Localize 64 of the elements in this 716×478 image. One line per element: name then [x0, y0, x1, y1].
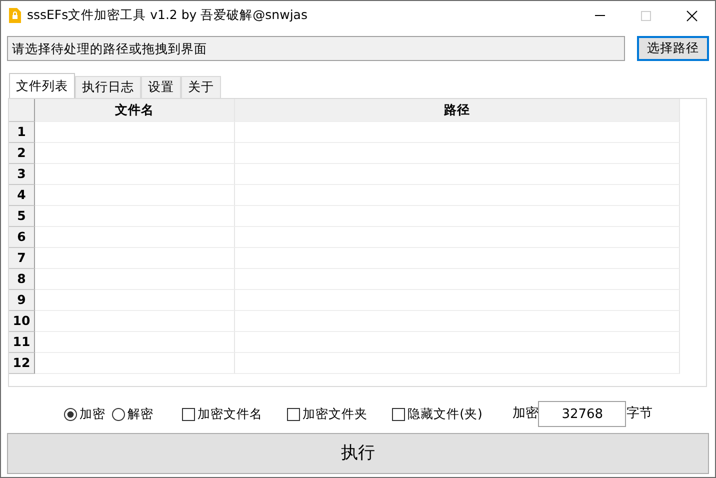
row-header[interactable]: 5: [9, 206, 35, 227]
unit-label: 字节: [626, 405, 652, 424]
size-label: 加密: [512, 405, 538, 424]
row-header[interactable]: 6: [9, 227, 35, 248]
column-header[interactable]: 路径: [235, 99, 680, 122]
tab[interactable]: 文件列表: [9, 73, 75, 98]
row-header[interactable]: 10: [9, 311, 35, 332]
maximize-icon: [641, 10, 651, 20]
app-icon: [9, 8, 21, 23]
table-cell[interactable]: [235, 122, 680, 143]
checkbox[interactable]: [286, 408, 300, 420]
table-cell[interactable]: [235, 248, 680, 269]
row-header[interactable]: 1: [9, 122, 35, 143]
table-cell[interactable]: [35, 311, 235, 332]
option-label: 解密: [128, 404, 154, 423]
close-icon: [686, 10, 698, 22]
table-cell[interactable]: [35, 248, 235, 269]
row-header[interactable]: 12: [9, 353, 35, 374]
table-cell[interactable]: [235, 206, 680, 227]
table-cell[interactable]: [235, 185, 680, 206]
row-header[interactable]: 4: [9, 185, 35, 206]
row-header[interactable]: 3: [9, 164, 35, 185]
tab[interactable]: 设置: [141, 76, 181, 98]
row-header[interactable]: 2: [9, 143, 35, 164]
table-cell[interactable]: [235, 311, 680, 332]
table-cell[interactable]: [235, 332, 680, 353]
table-cell[interactable]: [35, 206, 235, 227]
option-label: 隐藏文件(夹): [408, 404, 482, 423]
column-header[interactable]: 文件名: [35, 99, 235, 122]
table-cell[interactable]: [35, 122, 235, 143]
table-cell[interactable]: [35, 185, 235, 206]
table-cell[interactable]: [35, 290, 235, 311]
row-header[interactable]: 7: [9, 248, 35, 269]
window-title: sssEFs文件加密工具 v1.2 by 吾爱破解@snwjas: [27, 6, 308, 24]
table-cell[interactable]: [35, 143, 235, 164]
row-header[interactable]: 11: [9, 332, 35, 353]
option-label: 加密文件夹: [302, 404, 368, 423]
checkbox[interactable]: [182, 408, 195, 420]
table-cell[interactable]: [35, 269, 235, 290]
table-cell[interactable]: [235, 353, 680, 374]
radio-button[interactable]: [112, 408, 125, 420]
corner-cell: [9, 99, 35, 122]
table-cell[interactable]: [35, 353, 235, 374]
option-label: 加密: [80, 404, 106, 423]
table-cell[interactable]: [235, 290, 680, 311]
radio-button[interactable]: [64, 408, 77, 420]
run-button[interactable]: 执行: [7, 433, 709, 474]
row-header[interactable]: 8: [9, 269, 35, 290]
table-cell[interactable]: [35, 332, 235, 353]
table-cell[interactable]: [35, 227, 235, 248]
option-label: 加密文件名: [198, 404, 263, 423]
table-cell[interactable]: [235, 143, 680, 164]
size-field[interactable]: 32768: [538, 401, 626, 427]
browse-button[interactable]: 选择路径: [637, 36, 709, 61]
row-header[interactable]: 9: [9, 290, 35, 311]
minimize-icon: [595, 15, 605, 16]
table-cell[interactable]: [235, 164, 680, 185]
path-field[interactable]: 请选择待处理的路径或拖拽到界面: [7, 36, 625, 61]
tab[interactable]: 执行日志: [75, 76, 141, 98]
checkbox[interactable]: [392, 408, 405, 420]
table-cell[interactable]: [235, 227, 680, 248]
tab[interactable]: 关于: [181, 76, 221, 98]
table-cell[interactable]: [35, 164, 235, 185]
table-cell[interactable]: [235, 269, 680, 290]
